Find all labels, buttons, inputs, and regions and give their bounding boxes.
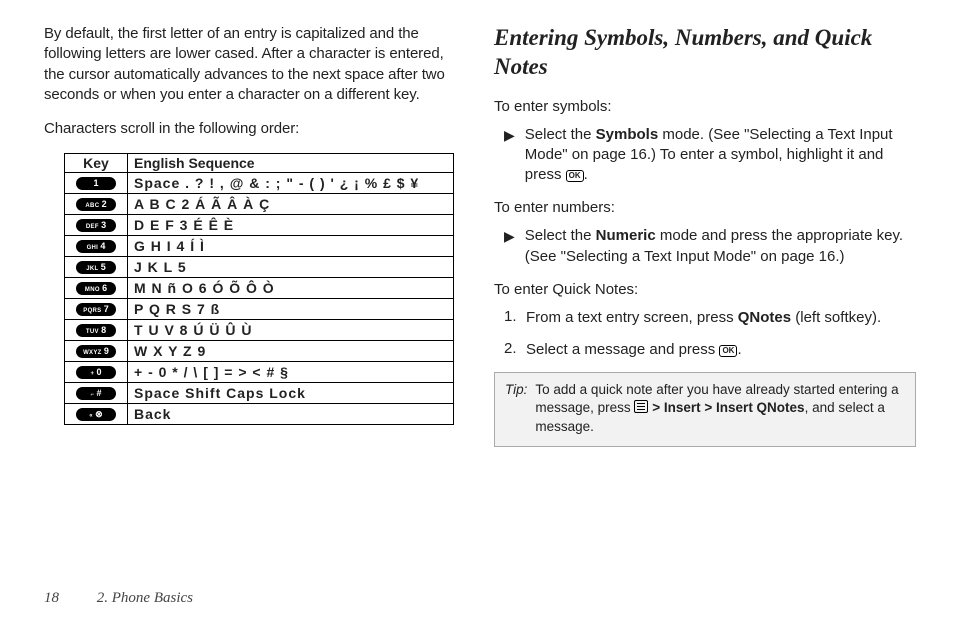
numbers-bullet: ▶ Select the Numeric mode and press the …	[504, 226, 916, 267]
bullet-arrow-icon: ▶	[504, 226, 515, 267]
chapter-title: 2. Phone Basics	[97, 590, 193, 606]
th-seq: English Sequence	[128, 154, 454, 173]
keypad-shift-icon: ⌐ #	[76, 387, 116, 400]
seq-0: + - 0 * / \ [ ] = > < # §	[128, 362, 454, 383]
numbers-lead: To enter numbers:	[494, 199, 916, 216]
left-column: By default, the first letter of an entry…	[44, 24, 466, 580]
table-row: WXYZ 9 W X Y Z 9	[65, 341, 454, 362]
keypad-3-icon: DEF 3	[76, 219, 116, 232]
seq-1: Space . ? ! , @ & : ; " - ( ) ' ¿ ¡ % £ …	[128, 173, 454, 194]
seq-3: D E F 3 É Ê È	[128, 215, 454, 236]
keypad-9-icon: WXYZ 9	[76, 345, 116, 358]
right-column: Entering Symbols, Numbers, and Quick Not…	[494, 24, 916, 580]
ok-button-icon: OK	[566, 170, 584, 182]
keypad-back-icon: « ⊗	[76, 408, 116, 421]
table-row: TUV 8 T U V 8 Ú Ü Û Ù	[65, 320, 454, 341]
seq-6: M N ñ O 6 Ó Õ Ô Ò	[128, 278, 454, 299]
page-number: 18	[44, 590, 59, 606]
seq-4: G H I 4 Í Ì	[128, 236, 454, 257]
table-row: ABC 2 A B C 2 Á Ã Â À Ç	[65, 194, 454, 215]
qnotes-lead: To enter Quick Notes:	[494, 281, 916, 298]
keypad-0-icon: + 0	[76, 366, 116, 379]
table-row: + 0 + - 0 * / \ [ ] = > < # §	[65, 362, 454, 383]
key-sequence-table: Key English Sequence 1 Space . ? ! , @ &…	[64, 153, 454, 425]
ok-button-icon: OK	[719, 345, 737, 357]
keypad-6-icon: MNO 6	[76, 282, 116, 295]
symbols-lead: To enter symbols:	[494, 98, 916, 115]
qnotes-step-1: 1. From a text entry screen, press QNote…	[504, 308, 916, 328]
th-key: Key	[65, 154, 128, 173]
seq-back: Back	[128, 404, 454, 425]
table-row: DEF 3 D E F 3 É Ê È	[65, 215, 454, 236]
keypad-5-icon: JKL 5	[76, 261, 116, 274]
tip-label: Tip:	[505, 381, 527, 436]
paragraph-intro: By default, the first letter of an entry…	[44, 24, 466, 105]
seq-5: J K L 5	[128, 257, 454, 278]
seq-2: A B C 2 Á Ã Â À Ç	[128, 194, 454, 215]
table-row: MNO 6 M N ñ O 6 Ó Õ Ô Ò	[65, 278, 454, 299]
table-row: « ⊗ Back	[65, 404, 454, 425]
qnotes-step-2: 2. Select a message and press OK.	[504, 340, 916, 360]
page-body: By default, the first letter of an entry…	[0, 0, 954, 580]
tip-text: To add a quick note after you have alrea…	[535, 381, 905, 436]
keypad-7-icon: PQRS 7	[76, 303, 116, 316]
tip-box: Tip: To add a quick note after you have …	[494, 372, 916, 447]
table-row: 1 Space . ? ! , @ & : ; " - ( ) ' ¿ ¡ % …	[65, 173, 454, 194]
numbers-text: Select the Numeric mode and press the ap…	[525, 226, 916, 267]
keypad-8-icon: TUV 8	[76, 324, 116, 337]
bullet-arrow-icon: ▶	[504, 125, 515, 186]
paragraph-scroll: Characters scroll in the following order…	[44, 119, 466, 139]
symbols-text: Select the Symbols mode. (See "Selecting…	[525, 125, 916, 186]
keypad-1-icon: 1	[76, 177, 116, 190]
keypad-4-icon: GHI 4	[76, 240, 116, 253]
step-number: 2.	[504, 340, 522, 360]
table-row: ⌐ # Space Shift Caps Lock	[65, 383, 454, 404]
page-footer: 18 2. Phone Basics	[44, 590, 193, 607]
seq-9: W X Y Z 9	[128, 341, 454, 362]
keypad-2-icon: ABC 2	[76, 198, 116, 211]
menu-button-icon	[634, 400, 648, 413]
seq-shift: Space Shift Caps Lock	[128, 383, 454, 404]
symbols-bullet: ▶ Select the Symbols mode. (See "Selecti…	[504, 125, 916, 186]
table-row: JKL 5 J K L 5	[65, 257, 454, 278]
table-row: GHI 4 G H I 4 Í Ì	[65, 236, 454, 257]
table-row: PQRS 7 P Q R S 7 ß	[65, 299, 454, 320]
section-heading: Entering Symbols, Numbers, and Quick Not…	[494, 24, 916, 82]
seq-7: P Q R S 7 ß	[128, 299, 454, 320]
seq-8: T U V 8 Ú Ü Û Ù	[128, 320, 454, 341]
step-number: 1.	[504, 308, 522, 328]
